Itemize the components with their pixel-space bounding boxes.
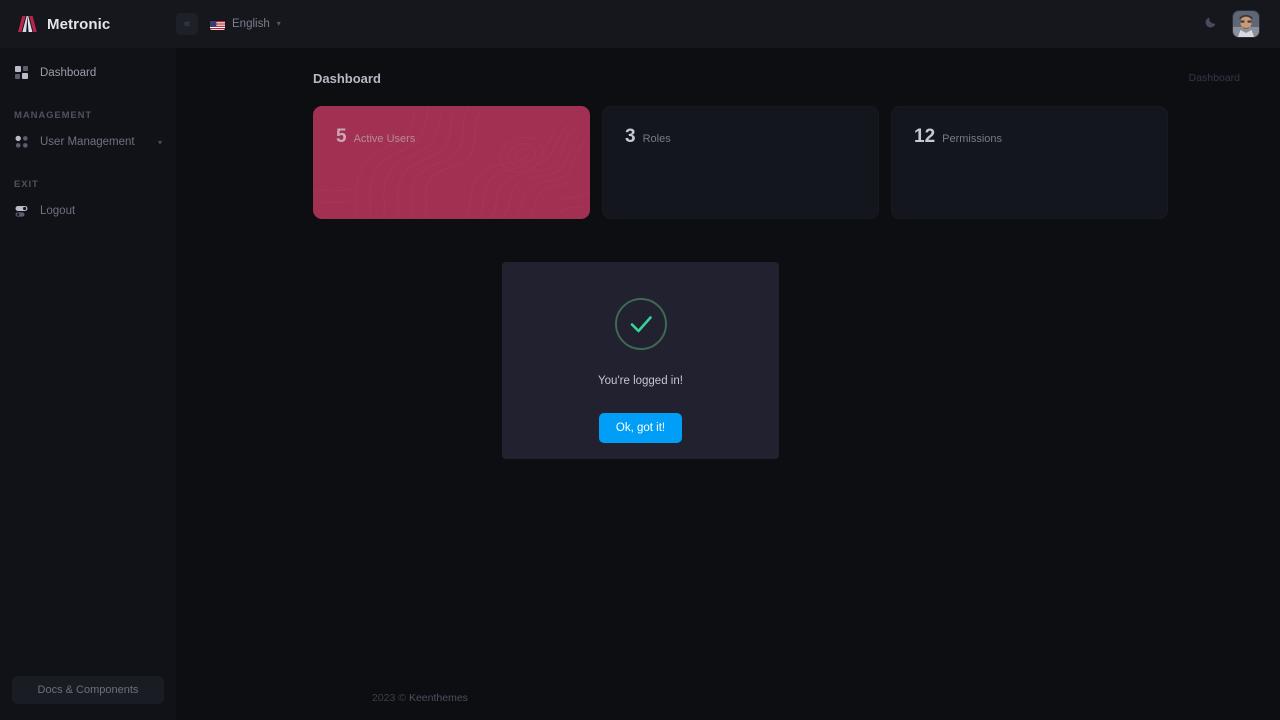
language-selector[interactable]: English ▾	[208, 14, 283, 34]
stat-card-label: Active Users	[353, 133, 416, 145]
brand-logo[interactable]: Metronic	[0, 0, 176, 48]
user-avatar[interactable]	[1232, 10, 1260, 38]
sidebar-item-label: User Management	[40, 136, 135, 148]
topbar-right-group	[1202, 10, 1280, 38]
users-dots-icon	[14, 134, 30, 150]
stat-card-value: 5	[336, 126, 347, 147]
docs-and-components-button[interactable]: Docs & Components	[12, 676, 164, 704]
breadcrumb: Dashboard	[1188, 72, 1240, 84]
stat-card-label: Permissions	[942, 133, 1003, 145]
theme-mode-toggle[interactable]	[1202, 15, 1220, 33]
metronic-logo-icon	[16, 13, 38, 35]
stat-card-value: 12	[914, 126, 936, 147]
success-modal: You're logged in! Ok, got it!	[502, 262, 779, 459]
footer: 2023 © Keenthemes About Support Purchase	[352, 676, 1280, 720]
sidebar-item-label: Dashboard	[40, 67, 97, 79]
sidebar-item-dashboard[interactable]: Dashboard	[0, 58, 176, 88]
us-flag-icon	[210, 19, 225, 30]
success-check-icon	[614, 298, 667, 350]
sidebar: Dashboard MANAGEMENT User Management ▾ E…	[0, 48, 176, 720]
top-bar: Metronic « English ▾	[0, 0, 1280, 48]
sidebar-nav: Dashboard MANAGEMENT User Management ▾ E…	[0, 48, 176, 676]
language-label: English	[232, 18, 270, 30]
modal-message: You're logged in!	[598, 375, 683, 387]
page-title: Dashboard	[313, 70, 381, 86]
stat-cards-row: 5 Active Users 3 Roles 12 Permissions	[176, 106, 1280, 219]
stat-card-active-users[interactable]: 5 Active Users	[313, 106, 590, 219]
grid-dashboard-icon	[14, 65, 30, 81]
moon-icon	[1204, 15, 1218, 34]
footer-year: 2023	[372, 692, 396, 704]
stat-card-content: 3 Roles	[603, 107, 878, 146]
modal-confirm-button[interactable]: Ok, got it!	[598, 413, 683, 443]
topbar-left-group: « English ▾	[176, 13, 283, 35]
stat-card-content: 5 Active Users	[314, 107, 589, 146]
page-header: Dashboard Dashboard	[176, 56, 1280, 100]
stat-card-roles[interactable]: 3 Roles	[602, 106, 879, 219]
footer-copyright: 2023 © Keenthemes	[372, 692, 468, 704]
stat-card-content: 12 Permissions	[892, 107, 1167, 146]
sidebar-collapse-button[interactable]: «	[176, 13, 198, 35]
copyright-icon: ©	[398, 692, 407, 704]
chevron-down-icon: ▾	[276, 19, 281, 28]
chevron-double-left-icon: «	[183, 17, 191, 30]
sidebar-item-label: Logout	[40, 205, 76, 217]
stat-card-permissions[interactable]: 12 Permissions	[891, 106, 1168, 219]
sidebar-section-exit: EXIT	[14, 179, 39, 190]
sidebar-section-management: MANAGEMENT	[14, 110, 93, 121]
footer-company: Keenthemes	[408, 692, 468, 704]
stat-card-value: 3	[625, 126, 636, 147]
chevron-down-icon: ▾	[157, 137, 162, 147]
sidebar-item-logout[interactable]: Logout	[0, 196, 176, 226]
sidebar-item-user-management[interactable]: User Management ▾	[0, 127, 176, 157]
stat-card-label: Roles	[642, 133, 671, 145]
logout-toggle-icon	[14, 203, 30, 219]
brand-name: Metronic	[47, 15, 111, 33]
app-root: Metronic « English ▾ Dashboard MANAGEMEN…	[0, 0, 1280, 720]
